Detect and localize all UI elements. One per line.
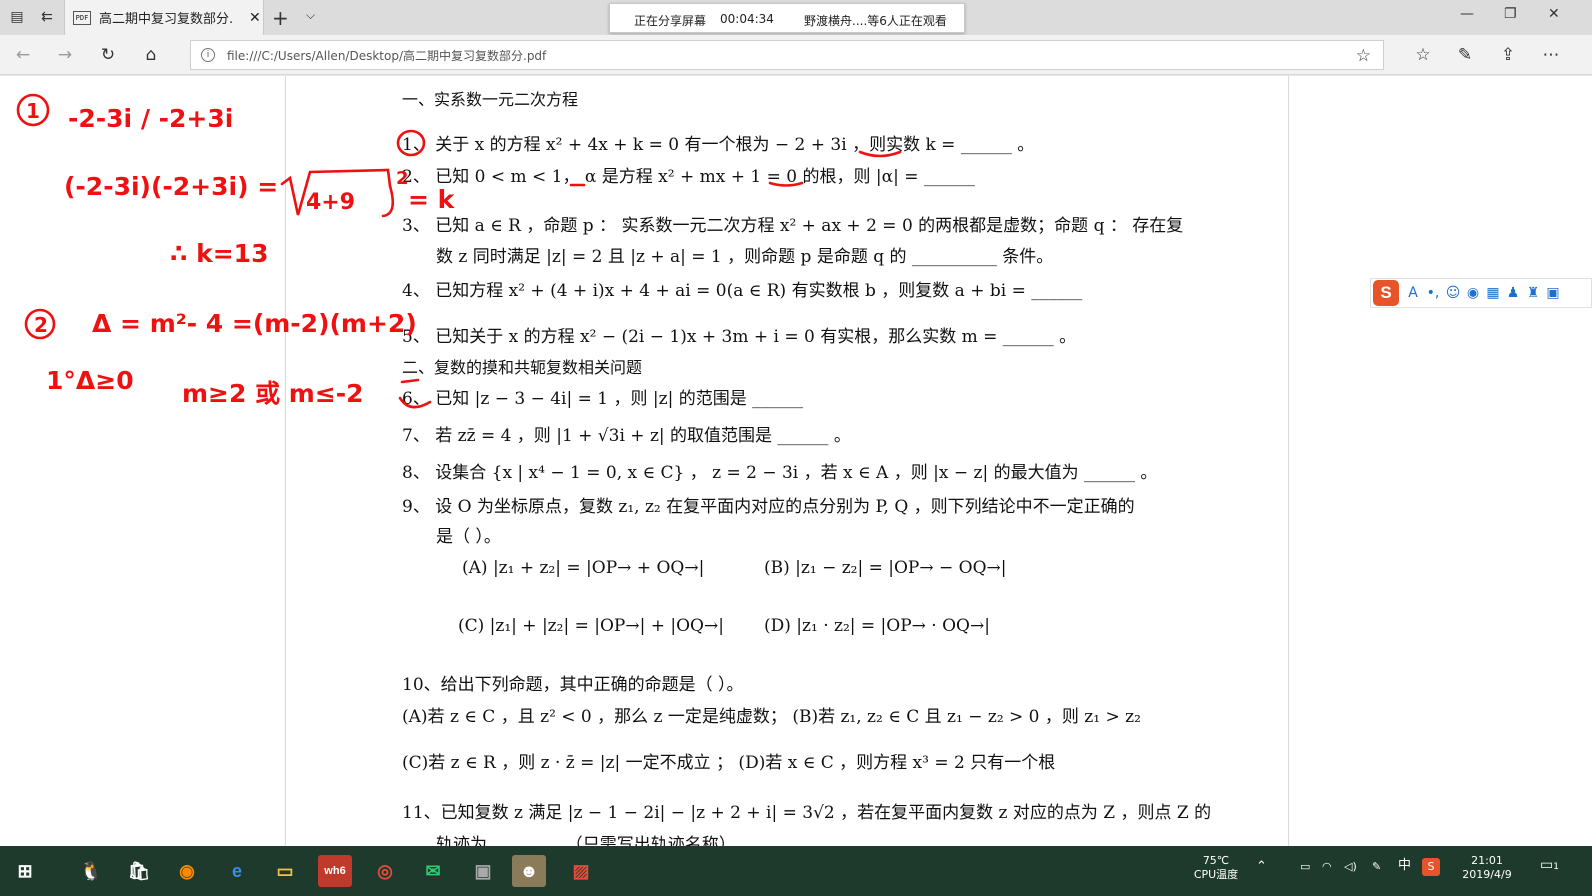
clock[interactable]: 21:01 2019/4/9 xyxy=(1454,854,1520,882)
pen-tray-icon[interactable]: ✎ xyxy=(1372,860,1381,874)
share-viewers: 野渡横舟....等6人正在观看 xyxy=(804,14,947,28)
question-3-line-2: 数 z 同时满足 |z| = 2 且 |z + a| = 1 ，则命题 p 是命… xyxy=(436,247,1054,267)
ime-mode[interactable]: A xyxy=(1403,285,1423,301)
minimize-icon[interactable]: — xyxy=(1460,6,1474,22)
question-5: 5、 已知关于 x 的方程 x² − (2i − 1)x + 3m + i = … xyxy=(402,327,1077,347)
question-4: 4、 已知方程 x² + (4 + i)x + 4 + ai = 0(a ∈ R… xyxy=(402,281,1083,301)
question-6: 6、 已知 |z − 3 − 4i| = 1 ，则 |z| 的范围是 _____… xyxy=(402,389,804,409)
sogou-logo-icon[interactable]: S xyxy=(1373,280,1399,306)
volume-icon[interactable]: ◁) xyxy=(1344,860,1357,874)
meeting-app-icon[interactable]: ☻ xyxy=(512,855,546,887)
navigation-bar: ← → ↻ ⌂ i file:///C:/Users/Allen/Desktop… xyxy=(0,35,1592,75)
question-9-option-a: (A) |z₁ + z₂| = |OP→ + OQ→| xyxy=(462,558,705,578)
screen-share-bar: 正在分享屏幕 00:04:34 野渡横舟....等6人正在观看 xyxy=(609,3,965,33)
question-8: 8、 设集合 {x | x⁴ − 1 = 0, x ∈ C} ， z = 2 −… xyxy=(402,463,1158,483)
vm-icon[interactable]: ▣ xyxy=(466,855,500,887)
address-bar[interactable]: i file:///C:/Users/Allen/Desktop/高二期中复习复… xyxy=(190,40,1384,70)
ime-toolbar[interactable]: S A •, ☺ ◉ ▦ ♟ ♜ ▣ xyxy=(1370,278,1592,308)
notification-icon[interactable]: ▭1 xyxy=(1540,858,1559,874)
file-explorer-icon[interactable]: ▭ xyxy=(268,855,302,887)
pdf-icon: PDF xyxy=(73,10,91,25)
question-10-options-ab: (A)若 z ∈ C ，且 z² < 0 ，那么 z 一定是纯虚数； (B)若 … xyxy=(402,707,1141,727)
edge-icon[interactable]: e xyxy=(220,855,254,887)
firefox-icon[interactable]: ◉ xyxy=(170,855,204,887)
punctuation-icon[interactable]: •, xyxy=(1423,285,1443,301)
notification-count: 1 xyxy=(1553,862,1559,872)
question-10-options-cd: (C)若 z ∈ R ，则 z · z̄ = |z| 一定不成立 ； (D)若 … xyxy=(402,753,1056,773)
toolbox-icon[interactable]: ▣ xyxy=(1543,285,1563,301)
battery-icon[interactable]: ▭ xyxy=(1300,860,1310,874)
pen-icon[interactable]: ✎ xyxy=(1454,44,1476,66)
clock-date: 2019/4/9 xyxy=(1462,868,1512,881)
favorite-star-icon[interactable]: ☆ xyxy=(1356,46,1371,66)
right-whitespace xyxy=(1289,76,1592,846)
question-1: 1、 关于 x 的方程 x² + 4x + k = 0 有一个根为 − 2 + … xyxy=(402,135,1035,155)
back-icon[interactable]: ← xyxy=(12,44,34,66)
tab-active[interactable]: PDF 高二期中复习复数部分. ✕ xyxy=(64,0,264,35)
question-11-line-1: 11、已知复数 z 满足 |z − 1 − 2i| − |z + 2 + i| … xyxy=(402,803,1212,823)
emoji-icon[interactable]: ☺ xyxy=(1443,285,1463,301)
section-heading-1: 一、实系数一元二次方程 xyxy=(402,90,579,109)
left-whitespace xyxy=(0,76,285,846)
keyboard-icon[interactable]: ▦ xyxy=(1483,285,1503,301)
start-icon[interactable]: ⊞ xyxy=(8,855,42,887)
wechat-icon[interactable]: ✉ xyxy=(416,855,450,887)
share-status: 正在分享屏幕 xyxy=(634,14,707,28)
qq-icon[interactable]: 🐧 xyxy=(74,855,108,887)
close-tab-icon[interactable]: ✕ xyxy=(249,10,261,26)
tray-chevron-icon[interactable]: ⌃ xyxy=(1256,860,1267,874)
question-7: 7、 若 zz̄ = 4 ，则 |1 + √3i + z| 的取值范围是 ___… xyxy=(402,426,851,446)
cpu-temp[interactable]: 75℃ CPU温度 xyxy=(1184,854,1248,882)
favorites-list-icon[interactable]: ☆ xyxy=(1412,44,1434,66)
question-2: 2、 已知 0 < m < 1， α 是方程 x² + mx + 1 = 0 的… xyxy=(402,167,975,187)
home-icon[interactable]: ⌂ xyxy=(140,44,162,66)
sogou-tray-icon[interactable]: S xyxy=(1422,858,1440,876)
pdf-viewer: 一、实系数一元二次方程 1、 关于 x 的方程 x² + 4x + k = 0 … xyxy=(0,76,1592,846)
wh6-icon[interactable]: wh6 xyxy=(318,855,352,887)
question-9-option-c: (C) |z₁| + |z₂| = |OP→| + |OQ→| xyxy=(458,616,724,636)
set-aside-tabs-icon[interactable]: ⇇ xyxy=(36,6,58,28)
wifi-icon[interactable]: ◠ xyxy=(1322,860,1332,874)
cpu-temp-label: CPU温度 xyxy=(1193,868,1239,881)
cpu-temp-value: 75℃ xyxy=(1202,854,1230,867)
share-time: 00:04:34 xyxy=(720,12,774,26)
user-icon[interactable]: ♟ xyxy=(1503,285,1523,301)
forward-icon[interactable]: → xyxy=(54,44,76,66)
chevron-down-icon[interactable]: ⌵ xyxy=(306,8,315,23)
question-3-line-1: 3、 已知 a ∈ R ，命题 p ： 实系数一元二次方程 x² + ax + … xyxy=(402,216,1184,236)
maximize-icon[interactable]: ❐ xyxy=(1504,6,1517,22)
question-9-option-d: (D) |z₁ · z₂| = |OP→ · OQ→| xyxy=(764,616,990,636)
card-app-icon[interactable]: ▨ xyxy=(564,855,598,887)
question-9-line-2: 是（ ）。 xyxy=(436,527,501,547)
skin-icon[interactable]: ♜ xyxy=(1523,285,1543,301)
input-language[interactable]: 中 xyxy=(1398,859,1411,873)
new-tab-icon[interactable]: + xyxy=(272,6,289,30)
clock-time: 21:01 xyxy=(1471,854,1503,867)
share-icon[interactable]: ⇪ xyxy=(1497,44,1519,66)
close-window-icon[interactable]: ✕ xyxy=(1548,6,1560,22)
section-heading-2: 二、复数的摸和共轭复数相关问题 xyxy=(402,358,643,377)
question-9-line-1: 9、 设 O 为坐标原点，复数 z₁, z₂ 在复平面内对应的点分别为 P, Q… xyxy=(402,497,1135,517)
question-10: 10、给出下列命题，其中正确的命题是（ ）。 xyxy=(402,675,744,695)
info-icon[interactable]: i xyxy=(201,48,215,62)
voice-icon[interactable]: ◉ xyxy=(1463,285,1483,301)
url-text: file:///C:/Users/Allen/Desktop/高二期中复习复数部… xyxy=(227,48,547,63)
tab-actions-icon[interactable]: ▤ xyxy=(6,6,28,28)
refresh-icon[interactable]: ↻ xyxy=(97,44,119,66)
question-11-line-2: 轨迹为 ________ （只需写出轨迹名称） xyxy=(436,835,736,846)
pdf-page: 一、实系数一元二次方程 1、 关于 x 的方程 x² + 4x + k = 0 … xyxy=(286,76,1288,846)
store-icon[interactable]: 🛍 xyxy=(122,855,156,887)
taskbar: ⊞ 🐧 🛍 ◉ e ▭ wh6 ◎ ✉ ▣ ☻ ▨ 75℃ CPU温度 ⌃ ▭ … xyxy=(0,846,1592,896)
chrome-icon[interactable]: ◎ xyxy=(368,855,402,887)
tab-title: 高二期中复习复数部分. xyxy=(99,12,234,27)
question-9-option-b: (B) |z₁ − z₂| = |OP→ − OQ→| xyxy=(764,558,1007,578)
more-icon[interactable]: ⋯ xyxy=(1540,44,1562,66)
tab-strip: ▤ ⇇ PDF 高二期中复习复数部分. ✕ + ⌵ 正在分享屏幕 00:04:3… xyxy=(0,0,1592,35)
